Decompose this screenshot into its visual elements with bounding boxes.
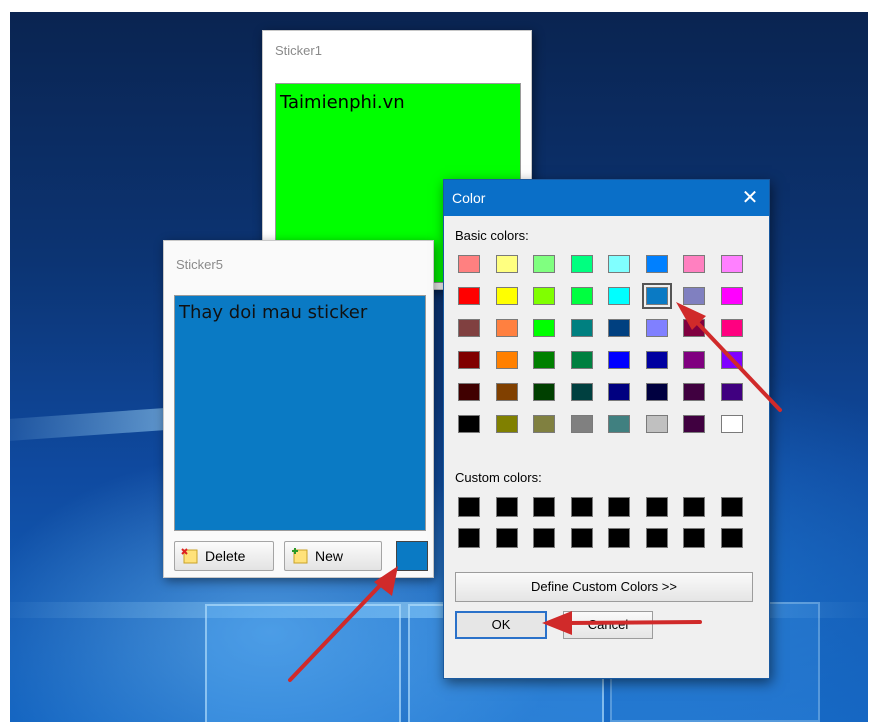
custom-color-swatch-r0-c6[interactable] (683, 497, 705, 517)
basic-colors-label: Basic colors: (455, 228, 529, 243)
basic-color-swatch-r0-c2[interactable] (533, 255, 555, 273)
new-button[interactable]: New (284, 541, 382, 571)
custom-color-swatch-r0-c4[interactable] (608, 497, 630, 517)
basic-color-swatch-r4-c5[interactable] (645, 383, 668, 401)
basic-color-swatch-r4-c2[interactable] (533, 383, 555, 401)
basic-color-swatch-r1-c0[interactable] (458, 287, 480, 305)
basic-color-swatch-r2-c4[interactable] (608, 319, 630, 337)
custom-color-swatch-r0-c2[interactable] (533, 497, 555, 517)
sticker5-window[interactable]: Sticker5 Thay doi mau sticker Delete New (163, 240, 434, 578)
basic-color-swatch-r2-c1[interactable] (495, 319, 518, 337)
basic-color-swatch-r0-c7[interactable] (720, 255, 743, 273)
dialog-title: Color (452, 190, 486, 206)
basic-color-swatch-r3-c2[interactable] (533, 351, 555, 369)
basic-color-swatch-r0-c0[interactable] (458, 255, 480, 273)
basic-color-swatch-r5-c0[interactable] (458, 415, 480, 433)
basic-color-swatch-r5-c2[interactable] (533, 415, 555, 433)
basic-color-swatch-r4-c4[interactable] (608, 383, 630, 401)
custom-color-swatch-r0-c5[interactable] (645, 497, 668, 517)
sticker1-title: Sticker1 (275, 43, 322, 58)
basic-color-swatch-r2-c7[interactable] (720, 319, 743, 337)
basic-color-swatch-r1-c1[interactable] (495, 287, 518, 305)
basic-color-swatch-r5-c4[interactable] (608, 415, 630, 433)
basic-color-swatch-r4-c7[interactable] (720, 383, 743, 401)
basic-color-swatch-r5-c5[interactable] (645, 415, 668, 433)
custom-color-swatch-r0-c7[interactable] (720, 497, 743, 517)
sticker5-title: Sticker5 (176, 257, 223, 272)
custom-color-swatch-r0-c1[interactable] (495, 497, 518, 517)
basic-color-swatch-r2-c6[interactable] (683, 319, 705, 337)
color-dialog[interactable]: Color ✕ Basic colors: Custom colors: Def… (443, 179, 770, 679)
custom-color-swatch-r1-c2[interactable] (533, 528, 555, 548)
custom-color-swatch-r1-c5[interactable] (645, 528, 668, 548)
basic-color-swatch-r3-c6[interactable] (683, 351, 705, 369)
basic-color-swatch-r0-c3[interactable] (570, 255, 593, 273)
basic-color-swatch-r0-c5[interactable] (645, 255, 668, 273)
custom-color-swatch-r1-c0[interactable] (458, 528, 480, 548)
basic-color-swatch-r1-c5[interactable] (641, 283, 672, 309)
ok-button[interactable]: OK (455, 611, 547, 639)
basic-color-swatch-r5-c1[interactable] (495, 415, 518, 433)
basic-color-swatch-r2-c5[interactable] (645, 319, 668, 337)
delete-button-label: Delete (205, 548, 246, 564)
custom-color-swatch-r1-c4[interactable] (608, 528, 630, 548)
basic-color-swatch-r5-c7[interactable] (720, 415, 743, 433)
dialog-titlebar[interactable]: Color ✕ (444, 180, 769, 216)
sticker5-text-area[interactable]: Thay doi mau sticker (174, 295, 426, 531)
basic-color-swatch-r1-c2[interactable] (533, 287, 555, 305)
cancel-button[interactable]: Cancel (563, 611, 653, 639)
custom-color-swatch-r0-c0[interactable] (458, 497, 480, 517)
custom-color-swatch-r1-c3[interactable] (570, 528, 593, 548)
basic-color-swatch-r0-c6[interactable] (683, 255, 705, 273)
custom-colors-label: Custom colors: (455, 470, 542, 485)
basic-color-swatch-r2-c0[interactable] (458, 319, 480, 337)
basic-color-swatch-r3-c5[interactable] (645, 351, 668, 369)
new-note-icon (291, 547, 309, 565)
new-button-label: New (315, 548, 344, 564)
color-swatch-button[interactable] (396, 541, 428, 571)
basic-color-swatch-r1-c6[interactable] (683, 287, 705, 305)
basic-color-swatch-r5-c3[interactable] (570, 415, 593, 433)
basic-color-swatch-r0-c1[interactable] (495, 255, 518, 273)
custom-color-swatch-r1-c6[interactable] (683, 528, 705, 548)
window-pane (205, 604, 401, 722)
basic-color-swatch-r0-c4[interactable] (608, 255, 630, 273)
basic-color-swatch-r5-c6[interactable] (683, 415, 705, 433)
delete-note-icon (181, 547, 199, 565)
basic-color-swatch-r1-c3[interactable] (570, 287, 593, 305)
delete-button[interactable]: Delete (174, 541, 274, 571)
basic-color-swatch-r4-c3[interactable] (570, 383, 593, 401)
basic-color-swatch-r4-c0[interactable] (458, 383, 480, 401)
basic-color-swatch-r3-c3[interactable] (570, 351, 593, 369)
custom-color-swatch-r0-c3[interactable] (570, 497, 593, 517)
basic-color-swatch-r4-c6[interactable] (683, 383, 705, 401)
custom-color-swatch-r1-c1[interactable] (495, 528, 518, 548)
basic-color-swatch-r1-c4[interactable] (608, 287, 630, 305)
basic-color-swatch-r2-c2[interactable] (533, 319, 555, 337)
basic-color-swatch-r2-c3[interactable] (570, 319, 593, 337)
define-custom-colors-button[interactable]: Define Custom Colors >> (455, 572, 753, 602)
basic-color-swatch-r3-c1[interactable] (495, 351, 518, 369)
basic-color-swatch-r3-c7[interactable] (720, 351, 743, 369)
close-icon[interactable]: ✕ (735, 184, 765, 212)
basic-color-swatch-r3-c0[interactable] (458, 351, 480, 369)
custom-color-swatch-r1-c7[interactable] (720, 528, 743, 548)
basic-color-swatch-r3-c4[interactable] (608, 351, 630, 369)
basic-color-swatch-r1-c7[interactable] (720, 287, 743, 305)
basic-color-swatch-r4-c1[interactable] (495, 383, 518, 401)
